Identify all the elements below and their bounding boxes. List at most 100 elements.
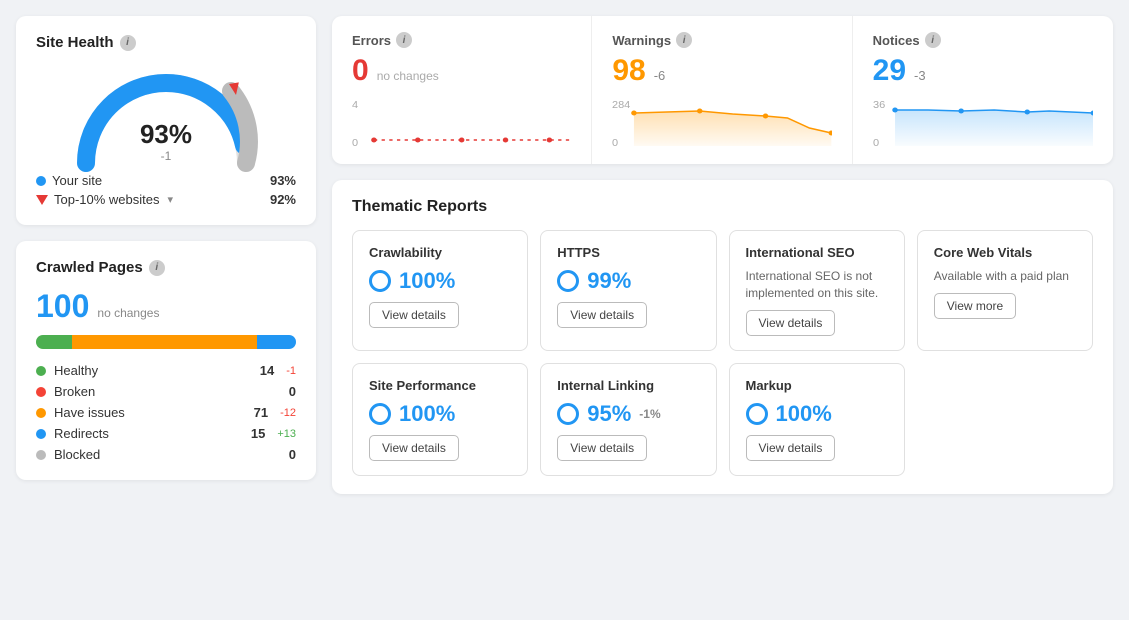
internal-linking-change: -1% [639, 407, 660, 421]
your-site-row: Your site 93% [36, 173, 296, 188]
svg-text:0: 0 [612, 138, 618, 148]
list-item: Healthy 14 -1 [36, 363, 296, 378]
your-site-label: Your site [52, 173, 102, 188]
redirects-label: Redirects [54, 426, 109, 441]
blocked-value: 0 [289, 447, 296, 462]
core-web-vitals-view-btn[interactable]: View more [934, 293, 1016, 319]
site-health-card: Site Health i 93% -1 [16, 16, 316, 225]
blocked-dot [36, 450, 46, 460]
crawled-number: 100 [36, 288, 89, 325]
intl-seo-view-btn[interactable]: View details [746, 310, 836, 336]
gauge-percent: 93% [140, 121, 192, 147]
crawled-count: 100 no changes [36, 288, 296, 325]
warnings-number: 98 [612, 54, 645, 88]
pages-progress-bar [36, 335, 296, 349]
blocked-label: Blocked [54, 447, 100, 462]
thematic-reports-card: Thematic Reports Crawlability 100% View … [332, 180, 1113, 494]
report-site-performance: Site Performance 100% View details [352, 363, 528, 476]
issues-label: Have issues [54, 405, 125, 420]
broken-value: 0 [289, 384, 296, 399]
markup-score: 100% [746, 401, 888, 427]
healthy-dot [36, 366, 46, 376]
errors-value-row: 0 no changes [352, 54, 571, 88]
warnings-chart: 284 0 [612, 98, 831, 148]
https-view-btn[interactable]: View details [557, 302, 647, 328]
broken-label: Broken [54, 384, 95, 399]
svg-text:4: 4 [352, 100, 358, 110]
markup-view-btn[interactable]: View details [746, 435, 836, 461]
crawled-pages-card: Crawled Pages i 100 no changes Healthy 1… [16, 241, 316, 480]
notices-metric: Notices i 29 -3 36 0 [853, 16, 1113, 164]
errors-label: Errors i [352, 32, 571, 48]
report-https: HTTPS 99% View details [540, 230, 716, 351]
errors-number: 0 [352, 54, 369, 88]
crawled-pages-info-icon[interactable]: i [149, 260, 165, 276]
warnings-change: -6 [654, 68, 666, 83]
reports-row-1: Crawlability 100% View details HTTPS 99%… [352, 230, 1093, 351]
healthy-change: -1 [286, 365, 296, 377]
performance-view-btn[interactable]: View details [369, 435, 459, 461]
report-internal-linking: Internal Linking 95% -1% View details [540, 363, 716, 476]
site-health-title: Site Health i [36, 34, 296, 51]
your-site-value: 93% [270, 173, 296, 188]
thematic-reports-title: Thematic Reports [352, 198, 1093, 216]
empty-slot [917, 363, 1093, 476]
crawlability-view-btn[interactable]: View details [369, 302, 459, 328]
your-site-dot [36, 176, 46, 186]
site-health-gauge: 93% -1 [76, 63, 256, 163]
performance-circle [369, 403, 391, 425]
markup-circle [746, 403, 768, 425]
warnings-info-icon[interactable]: i [676, 32, 692, 48]
site-health-label: Site Health [36, 34, 114, 51]
internal-linking-view-btn[interactable]: View details [557, 435, 647, 461]
top-sites-dropdown-icon[interactable]: ▾ [168, 193, 174, 206]
top-sites-row: Top-10% websites ▾ 92% [36, 192, 296, 207]
top-sites-icon [36, 195, 48, 205]
top-sites-value: 92% [270, 192, 296, 207]
internal-linking-circle [557, 403, 579, 425]
svg-text:0: 0 [873, 137, 879, 148]
notices-label-text: Notices [873, 33, 920, 48]
reports-row-2: Site Performance 100% View details Inter… [352, 363, 1093, 476]
errors-info-icon[interactable]: i [396, 32, 412, 48]
errors-label-text: Errors [352, 33, 391, 48]
list-item: Redirects 15 +13 [36, 426, 296, 441]
pb-healthy [36, 335, 72, 349]
top-sites-label: Top-10% websites [54, 192, 160, 207]
healthy-value: 14 [260, 363, 274, 378]
errors-metric: Errors i 0 no changes 4 0 [332, 16, 592, 164]
list-item: Broken 0 [36, 384, 296, 399]
performance-score: 100% [369, 401, 511, 427]
svg-text:0: 0 [352, 138, 358, 148]
notices-value-row: 29 -3 [873, 54, 1093, 88]
notices-chart: 36 0 [873, 98, 1093, 148]
warnings-label-text: Warnings [612, 33, 671, 48]
notices-number: 29 [873, 54, 906, 88]
site-health-info-icon[interactable]: i [120, 35, 136, 51]
issues-dot [36, 408, 46, 418]
svg-text:36: 36 [873, 99, 885, 110]
broken-dot [36, 387, 46, 397]
svg-text:284: 284 [612, 100, 630, 110]
list-item: Have issues 71 -12 [36, 405, 296, 420]
report-markup: Markup 100% View details [729, 363, 905, 476]
crawlability-score: 100% [369, 268, 511, 294]
internal-linking-score: 95% -1% [557, 401, 699, 427]
report-international-seo: International SEO International SEO is n… [729, 230, 905, 351]
https-circle [557, 270, 579, 292]
notices-info-icon[interactable]: i [925, 32, 941, 48]
crawlability-circle [369, 270, 391, 292]
crawled-pages-label: Crawled Pages [36, 259, 143, 276]
redirects-change: +13 [277, 428, 296, 440]
report-core-web-vitals: Core Web Vitals Available with a paid pl… [917, 230, 1093, 351]
notices-change: -3 [914, 68, 926, 83]
warnings-metric: Warnings i 98 -6 284 0 [592, 16, 852, 164]
notices-label: Notices i [873, 32, 1093, 48]
report-crawlability: Crawlability 100% View details [352, 230, 528, 351]
pages-list: Healthy 14 -1 Broken 0 Have issues 71 -1… [36, 363, 296, 462]
crawled-pages-title: Crawled Pages i [36, 259, 296, 276]
healthy-label: Healthy [54, 363, 98, 378]
issues-change: -12 [280, 407, 296, 419]
site-health-legend: Your site 93% Top-10% websites ▾ 92% [36, 173, 296, 207]
gauge-label: 93% -1 [140, 121, 192, 163]
